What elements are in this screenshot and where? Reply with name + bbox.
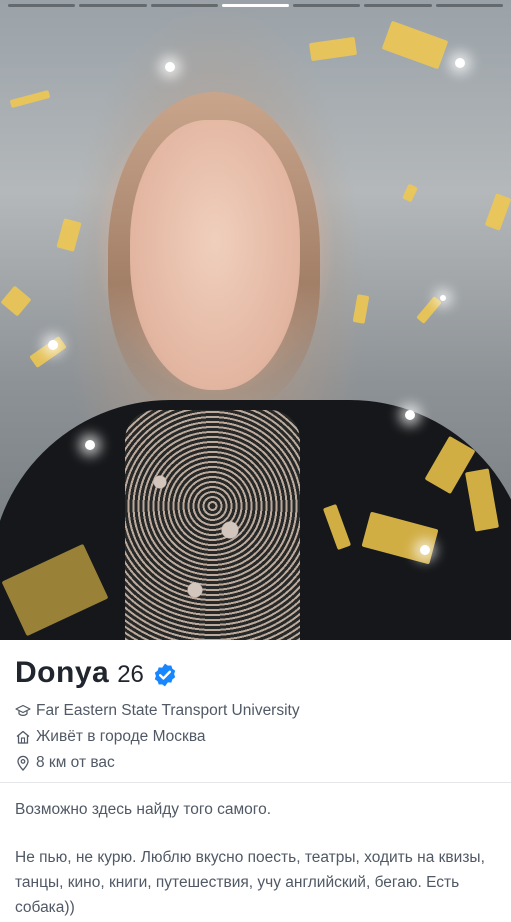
photo-progress-segment[interactable] — [293, 4, 361, 7]
photo-progress-segment[interactable] — [8, 4, 76, 7]
photo-lace-top — [125, 410, 300, 640]
sparkle — [48, 340, 58, 350]
sparkle — [165, 62, 175, 72]
photo-progress-segment[interactable] — [435, 4, 503, 7]
school-row: Far Eastern State Transport University — [15, 702, 300, 720]
section-divider — [0, 782, 511, 783]
profile-name: Donya — [15, 656, 110, 689]
confetti-piece — [0, 285, 32, 317]
sparkle — [440, 295, 446, 301]
photo-progress-segment[interactable] — [364, 4, 432, 7]
confetti-piece — [308, 36, 358, 62]
photo-progress-segment[interactable] — [150, 4, 218, 7]
photo-progress-bar — [8, 4, 503, 7]
lives-in-text: Живёт в городе Москва — [36, 728, 206, 745]
confetti-piece — [56, 218, 82, 252]
lives-in-row: Живёт в городе Москва — [15, 728, 206, 746]
profile-age: 26 — [117, 661, 144, 688]
graduation-cap-icon — [15, 703, 31, 719]
confetti-piece — [29, 335, 67, 369]
bio-paragraph-2: Не пью, не курю. Люблю вкусно поесть, те… — [15, 849, 485, 916]
photo-progress-segment[interactable] — [79, 4, 147, 7]
confetti-piece — [416, 296, 442, 324]
sparkle — [455, 58, 465, 68]
school-text: Far Eastern State Transport University — [36, 702, 300, 719]
confetti-piece — [9, 89, 51, 109]
sparkle — [85, 440, 95, 450]
home-icon — [15, 729, 31, 745]
profile-photo[interactable] — [0, 0, 511, 640]
verified-badge-icon[interactable] — [152, 662, 178, 688]
confetti-piece — [352, 294, 370, 324]
sparkle — [405, 410, 415, 420]
bio-line-1: Возможно здесь найду того самого. — [15, 801, 272, 818]
photo-face — [130, 120, 300, 390]
distance-text: 8 км от вас — [36, 754, 115, 771]
photo-progress-segment[interactable] — [221, 4, 290, 7]
confetti-piece — [484, 193, 511, 231]
sparkle — [420, 545, 430, 555]
profile-header: Donya 26 — [15, 656, 178, 690]
confetti-piece — [381, 20, 449, 70]
location-pin-icon — [15, 755, 31, 771]
distance-row: 8 км от вас — [15, 754, 115, 772]
confetti-piece — [402, 183, 418, 203]
